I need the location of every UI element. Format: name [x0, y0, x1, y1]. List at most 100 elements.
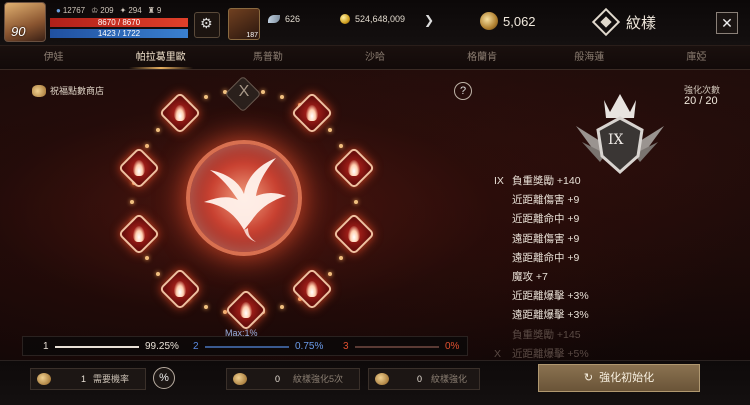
- stat-zero: ● 12767: [56, 6, 86, 15]
- enhance-count-value: 20 / 20: [684, 95, 718, 107]
- blessing-shop-button[interactable]: 祝福點數商店: [32, 84, 104, 97]
- stat-row: 遠距離傷害 +9: [512, 232, 580, 245]
- feather-currency: 626: [268, 14, 300, 24]
- phoenix-icon: [204, 158, 286, 242]
- tier2-percent: 0.75%: [295, 341, 324, 352]
- tab-4[interactable]: 格蘭肯: [429, 46, 536, 69]
- player-level: 90: [11, 24, 26, 39]
- enhance-5x-field[interactable]: 0 紋樣強化5次: [226, 368, 360, 390]
- chevron-right-icon[interactable]: ❯: [424, 13, 434, 27]
- stat-c: ♜ 9: [147, 6, 162, 15]
- flame-node-icon: [133, 226, 145, 242]
- enhance-value: 0: [417, 374, 423, 384]
- coin-icon: [233, 373, 247, 385]
- character-tabs: 伊娃 帕拉葛里歐 馬普勒 沙哈 格蘭肯 般海蓮 庫婭: [0, 46, 750, 70]
- page-title: 紋樣: [626, 15, 657, 32]
- crown-icon: ♔: [91, 6, 99, 15]
- tab-2[interactable]: 馬普勒: [214, 46, 321, 69]
- close-button[interactable]: ✕: [716, 12, 738, 34]
- ring-dot: [327, 271, 332, 276]
- probability-strip: 1 99.25% 2 0.75% 3 0%: [22, 336, 468, 356]
- mp-bar: 1423 / 1722: [50, 29, 188, 38]
- flame-node-icon: [174, 281, 186, 297]
- enhance-5x-label: 紋樣強化5次: [293, 374, 344, 384]
- player-stats-row: ● 12767 ♔ 209 ✦ 294 ♜ 9: [56, 6, 161, 15]
- feather-amount: 626: [285, 14, 301, 24]
- quick-slot-item[interactable]: 187: [228, 8, 260, 40]
- tier3-line: [355, 346, 439, 348]
- tier1-percent: 99.25%: [145, 341, 179, 352]
- rank-emblem-icon: IX: [568, 86, 672, 182]
- ring-dot: [203, 305, 208, 310]
- flame-node-icon: [240, 302, 252, 318]
- tier3-number: 3: [343, 341, 349, 352]
- stat-list: IX 負重獎勵 +140 近距離傷害 +9 近距離命中 +9 遠距離傷害 +9 遠…: [494, 172, 589, 364]
- gold-coin-icon: [340, 14, 350, 24]
- pattern-title-icon: [591, 7, 621, 37]
- flame-node-icon: [133, 160, 145, 176]
- stat-row: 遠距離命中 +9: [512, 251, 580, 264]
- help-icon[interactable]: ?: [454, 82, 472, 100]
- coin-icon: [375, 373, 389, 385]
- ring-dot: [130, 200, 134, 204]
- needed-label: 需要機率: [93, 374, 130, 384]
- feather-icon: [268, 15, 280, 23]
- reset-icon: ↻: [583, 372, 594, 384]
- quick-slot-gear[interactable]: ⚙: [194, 12, 220, 38]
- flame-node-icon: [348, 160, 360, 176]
- stat-row: IX 負重獎勵 +140: [494, 175, 581, 187]
- coin-icon: [37, 373, 51, 385]
- tab-3[interactable]: 沙哈: [321, 46, 428, 69]
- shield-icon: ●: [56, 6, 61, 15]
- star-icon: ✦: [119, 6, 127, 15]
- gold-amount: 524,648,009: [355, 14, 406, 24]
- tab-0[interactable]: 伊娃: [0, 46, 107, 69]
- locked-node-label: X: [238, 83, 250, 101]
- tier2-number: 2: [193, 341, 199, 352]
- enhance-5x-value: 0: [275, 374, 281, 384]
- stat-row: 近距離命中 +9: [512, 213, 580, 226]
- item-count: 187: [246, 32, 258, 39]
- reset-enhance-button[interactable]: ↻ 強化初始化: [538, 364, 700, 392]
- tab-6[interactable]: 庫婭: [643, 46, 750, 69]
- ring-dot: [338, 256, 343, 260]
- ring-dot: [145, 144, 149, 148]
- rank-numeral: IX: [608, 132, 624, 148]
- needed-value: 1: [81, 374, 87, 384]
- phoenix-emblem: [186, 140, 302, 256]
- enhance-field[interactable]: 0 紋樣強化: [368, 368, 480, 390]
- gear-icon: ⚙: [200, 15, 213, 31]
- avatar[interactable]: 90: [4, 2, 46, 42]
- top-bar: 90 ● 12767 ♔ 209 ✦ 294 ♜ 9 8670 / 8670 1423 …: [0, 0, 750, 46]
- stat-row: 近距離傷害 +9: [512, 194, 580, 207]
- ring-dot: [354, 200, 358, 204]
- percent-button[interactable]: %: [153, 367, 175, 389]
- ring-dot: [338, 144, 343, 148]
- hp-bar: 8670 / 8670: [50, 18, 188, 27]
- tab-5[interactable]: 般海蓮: [536, 46, 643, 69]
- enhance-label: 紋樣強化: [431, 374, 468, 384]
- flame-node-icon: [306, 105, 318, 121]
- ring-dot: [203, 94, 208, 99]
- tab-1[interactable]: 帕拉葛里歐: [107, 46, 214, 69]
- tier2-line: [205, 346, 289, 348]
- crest-currency: 5,062: [480, 12, 536, 30]
- crest-coin-icon: [480, 12, 498, 30]
- flame-node-icon: [174, 105, 186, 121]
- tier1-number: 1: [43, 341, 49, 352]
- coin-pile-icon: [32, 84, 46, 97]
- tier3-percent: 0%: [445, 341, 460, 352]
- stat-row-locked: 負重獎勵 +145: [512, 328, 581, 341]
- shop-label: 祝福點數商店: [50, 86, 105, 96]
- stat-row: 魔攻 +7: [512, 270, 548, 283]
- stat-b: ✦ 294: [119, 6, 142, 15]
- needed-probability-field[interactable]: 1 需要機率: [30, 368, 146, 390]
- ring-dot: [327, 128, 332, 132]
- close-icon: ✕: [721, 15, 733, 31]
- crest-amount: 5,062: [503, 13, 536, 29]
- stat-a: ♔ 209: [91, 6, 114, 15]
- ring-dot: [145, 256, 149, 260]
- tier1-line: [55, 346, 139, 348]
- stat-row: 近距離爆擊 +3%: [512, 290, 589, 303]
- stat-row: 遠距離爆擊 +3%: [512, 309, 589, 322]
